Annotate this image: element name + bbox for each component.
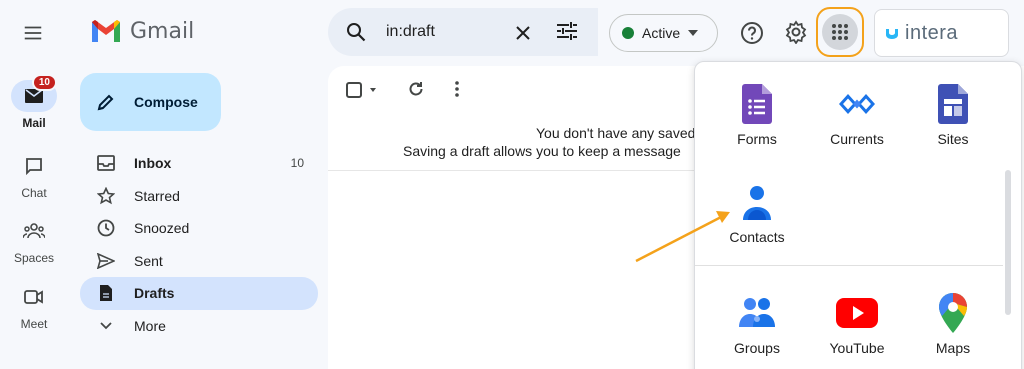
help-icon[interactable]: [740, 21, 764, 45]
account-button[interactable]: intera: [874, 9, 1009, 57]
app-currents[interactable]: Currents: [809, 83, 905, 147]
clock-icon: [97, 219, 115, 237]
app-label-maps: Maps: [935, 340, 971, 356]
rail-label-meet: Meet: [20, 317, 48, 331]
nav-label-more: More: [134, 317, 166, 334]
rail-item-mail[interactable]: 10 Mail: [0, 74, 68, 130]
rail-label-chat: Chat: [21, 186, 47, 200]
google-apps-panel: Forms Currents Sites Contacts Groups You…: [694, 61, 1022, 369]
search-input[interactable]: in:draft: [386, 23, 435, 41]
status-label: Active: [642, 25, 681, 41]
rail-item-meet[interactable]: Meet: [0, 281, 68, 331]
folder-nav: Inbox 10 Starred Snoozed Sent Drafts Mor…: [80, 147, 318, 342]
forms-icon: [742, 84, 772, 124]
rail-label-spaces: Spaces: [13, 251, 55, 265]
nav-item-starred[interactable]: Starred: [80, 180, 318, 213]
apps-grid-icon: [832, 24, 848, 40]
groups-icon: [739, 298, 775, 327]
send-icon: [97, 252, 115, 269]
youtube-icon: [836, 298, 878, 328]
refresh-icon[interactable]: [408, 81, 424, 97]
list-divider: [328, 170, 694, 171]
apps-scrollbar[interactable]: [1005, 170, 1011, 315]
app-label-sites: Sites: [937, 131, 969, 147]
intera-logo-icon: [886, 29, 898, 39]
status-dropdown[interactable]: Active: [609, 14, 718, 52]
gmail-logo[interactable]: Gmail: [90, 18, 194, 44]
main-menu-icon[interactable]: [22, 22, 44, 44]
nav-item-inbox[interactable]: Inbox 10: [80, 147, 318, 180]
nav-item-more[interactable]: More: [80, 310, 318, 343]
caret-down-icon: [688, 30, 699, 36]
nav-item-drafts[interactable]: Drafts: [80, 277, 318, 310]
app-maps[interactable]: Maps: [905, 292, 1001, 356]
app-groups[interactable]: Groups: [709, 292, 805, 356]
chevron-down-icon: [100, 322, 112, 330]
rail-item-chat[interactable]: Chat: [0, 150, 68, 200]
annotation-arrow-icon: [635, 211, 730, 263]
active-status-dot: [622, 27, 634, 39]
app-label-groups: Groups: [734, 340, 780, 356]
star-icon: [97, 186, 115, 205]
nav-item-snoozed[interactable]: Snoozed: [80, 212, 318, 245]
mail-unread-badge: 10: [31, 74, 57, 91]
empty-state-text: Saving a draft allows you to keep a mess…: [403, 143, 681, 159]
app-label-forms: Forms: [737, 131, 777, 147]
nav-item-sent[interactable]: Sent: [80, 245, 318, 278]
apps-divider: [695, 265, 1003, 266]
close-icon[interactable]: [514, 24, 532, 42]
nav-label-snoozed: Snoozed: [134, 220, 190, 237]
sites-icon: [938, 84, 968, 124]
app-label-youtube: YouTube: [829, 340, 885, 356]
rail-item-spaces[interactable]: Spaces: [0, 215, 68, 265]
nav-label-drafts: Drafts: [134, 285, 175, 302]
contacts-icon: [743, 186, 771, 220]
nav-label-starred: Starred: [134, 187, 180, 204]
rail-label-mail: Mail: [22, 116, 46, 130]
chat-icon: [26, 158, 42, 176]
maps-icon: [939, 293, 967, 333]
nav-label-sent: Sent: [134, 252, 163, 269]
account-name: intera: [905, 21, 959, 44]
logo-text: Gmail: [130, 18, 195, 44]
compose-label: Compose: [134, 94, 198, 110]
settings-gear-icon[interactable]: [784, 20, 808, 44]
spaces-icon: [23, 223, 45, 239]
app-sites[interactable]: Sites: [905, 83, 1001, 147]
compose-button[interactable]: Compose: [80, 73, 221, 131]
select-checkbox-icon[interactable]: [346, 82, 376, 98]
google-apps-button[interactable]: [816, 7, 864, 57]
empty-state-title: You don't have any saved: [536, 125, 696, 141]
pencil-icon: [97, 94, 114, 111]
search-icon[interactable]: [346, 22, 366, 42]
app-youtube[interactable]: YouTube: [809, 292, 905, 356]
currents-icon: [839, 94, 875, 114]
inbox-count: 10: [290, 156, 304, 171]
gmail-m-icon: [92, 20, 120, 42]
draft-file-icon: [100, 285, 112, 302]
more-vert-icon[interactable]: [454, 81, 460, 97]
inbox-icon: [97, 155, 115, 172]
app-forms[interactable]: Forms: [709, 83, 805, 147]
search-options-icon[interactable]: [556, 21, 578, 41]
left-rail: 10 Mail Chat Spaces Meet: [0, 0, 68, 369]
app-label-currents: Currents: [830, 131, 884, 147]
meet-icon: [24, 290, 43, 304]
nav-label-inbox: Inbox: [134, 155, 172, 172]
